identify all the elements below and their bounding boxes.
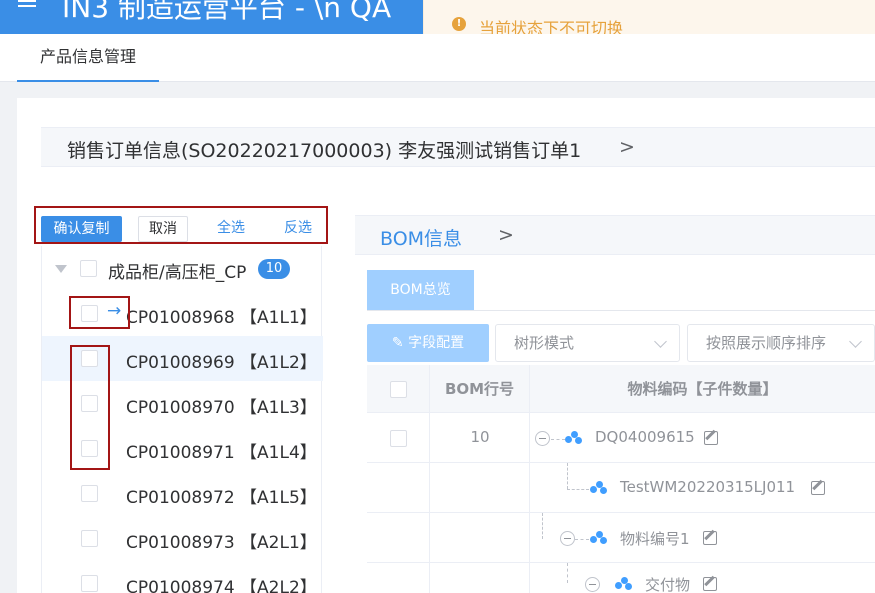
sort-select[interactable]: 按照展示顺序排序 (687, 324, 875, 362)
confirm-copy-button[interactable]: 确认复制 (41, 216, 122, 242)
table-header: BOM行号 物料编码【子件数量】 (367, 365, 875, 413)
tree-root-label: 成品柜/高压柜_CP (108, 263, 247, 283)
annotation-box-checkboxes (70, 345, 110, 470)
row-line-no: 10 (470, 428, 490, 446)
header-material: 物料编码【子件数量】 (627, 380, 778, 398)
header-line-no: BOM行号 (430, 365, 530, 413)
material-icon (590, 481, 608, 495)
chevron-right-icon[interactable]: > (619, 136, 635, 158)
bom-tabs: BOM总览 (367, 270, 875, 311)
material-icon (565, 431, 583, 445)
select-all-button[interactable]: 全选 (207, 216, 255, 242)
collapse-icon[interactable] (560, 531, 575, 546)
tabs-bar: 产品信息管理 (0, 34, 875, 82)
table-row[interactable]: TestWM20220315LJ011 (367, 463, 875, 513)
menu-icon[interactable] (18, 0, 36, 14)
tree-item[interactable]: CP01008974 【A2L2】 (42, 561, 323, 593)
field-config-label: 字段配置 (408, 335, 465, 351)
tree-item-label: CP01008969 【A1L2】 (126, 353, 317, 373)
chevron-down-icon (654, 335, 667, 348)
material-icon (615, 577, 633, 591)
material-icon (590, 531, 608, 545)
checkbox[interactable] (81, 485, 98, 502)
material-code: TestWM20220315LJ011 (620, 478, 796, 496)
bom-table: BOM行号 物料编码【子件数量】 10 DQ04009615 TestWM202… (367, 365, 875, 593)
table-row[interactable]: 交付物 (367, 563, 875, 593)
tab-product-info[interactable]: 产品信息管理 (17, 34, 159, 82)
order-title: 销售订单信息(SO20220217000003) 李友强测试销售订单1 (67, 140, 582, 162)
edit-icon[interactable] (703, 577, 717, 591)
edit-icon[interactable] (704, 431, 718, 445)
cancel-button[interactable]: 取消 (138, 216, 188, 242)
edit-icon: ✎ (391, 335, 404, 351)
checkbox[interactable] (390, 381, 407, 398)
checkbox[interactable] (390, 430, 407, 447)
tree-item[interactable]: CP01008973 【A2L1】 (42, 516, 323, 561)
app-header: IN3 制造运营平台 - \n QA (0, 0, 424, 34)
tree-item-label: CP01008968 【A1L1】 (126, 308, 317, 328)
count-badge: 10 (258, 259, 290, 279)
bom-title: BOM信息 (380, 228, 463, 250)
field-config-button[interactable]: ✎ 字段配置 (367, 324, 489, 362)
caret-down-icon[interactable] (55, 265, 67, 273)
tree-item-label: CP01008974 【A2L2】 (126, 578, 317, 593)
edit-icon[interactable] (811, 481, 825, 495)
tree-item-label: CP01008971 【A1L4】 (126, 443, 317, 463)
table-row[interactable]: 10 DQ04009615 (367, 413, 875, 463)
warning-icon: ! (452, 17, 466, 31)
tree-item-label: CP01008970 【A1L3】 (126, 398, 317, 418)
edit-icon[interactable] (703, 531, 717, 545)
bom-header: BOM信息 > (355, 215, 875, 255)
material-code: DQ04009615 (595, 428, 695, 446)
tree-item[interactable]: CP01008972 【A1L5】 (42, 471, 323, 516)
tree-item-label: CP01008972 【A1L5】 (126, 488, 317, 508)
mode-select[interactable]: 树形模式 (495, 324, 680, 362)
chevron-down-icon (849, 335, 862, 348)
mode-select-value: 树形模式 (514, 334, 575, 352)
tab-bom-overview[interactable]: BOM总览 (367, 270, 474, 310)
chevron-right-icon[interactable]: > (498, 224, 514, 246)
checkbox[interactable] (81, 530, 98, 547)
invert-selection-button[interactable]: 反选 (274, 216, 322, 242)
order-header: 销售订单信息(SO20220217000003) 李友强测试销售订单1 > (41, 127, 875, 167)
checkbox[interactable] (80, 260, 97, 277)
collapse-icon[interactable] (535, 431, 550, 446)
annotation-box-checkbox (69, 296, 130, 329)
tree-item-label: CP01008973 【A2L1】 (126, 533, 317, 553)
table-row[interactable]: 物料编号1 (367, 513, 875, 563)
header-select-cell (367, 365, 430, 413)
material-code: 交付物 (645, 576, 691, 593)
app-title: IN3 制造运营平台 - \n QA (62, 0, 392, 24)
tree-root-node[interactable]: 成品柜/高压柜_CP 10 (42, 246, 323, 291)
sort-select-value: 按照展示顺序排序 (706, 334, 827, 352)
collapse-icon[interactable] (585, 577, 600, 592)
checkbox[interactable] (81, 575, 98, 592)
material-code: 物料编号1 (620, 530, 690, 548)
